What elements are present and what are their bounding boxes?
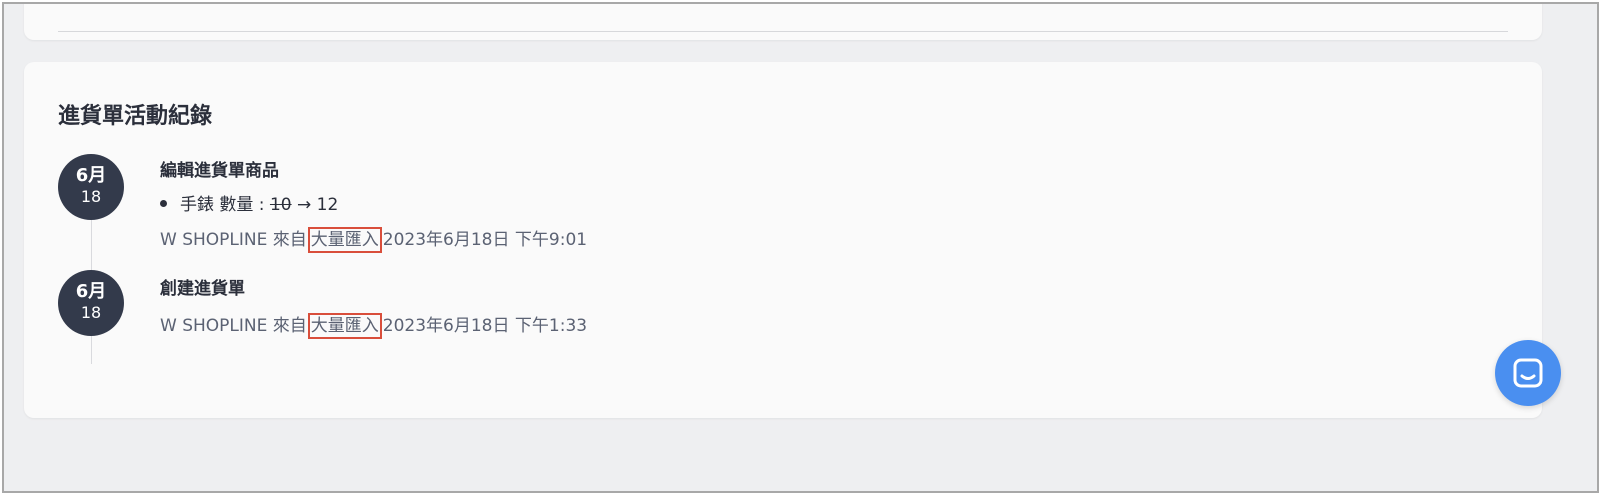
entry-meta: W SHOPLINE 來自 大量匯入 2023年6月18日 下午9:01 <box>160 225 588 253</box>
entry-timestamp: 2023年6月18日 下午1:33 <box>382 316 588 336</box>
date-badge: 6月 18 <box>58 270 124 336</box>
entry-source-highlight: 大量匯入 <box>307 313 382 339</box>
entry-action: 創建進貨單 <box>160 279 245 299</box>
bullet-icon <box>160 199 167 207</box>
activity-log-title: 進貨單活動紀錄 <box>58 104 213 129</box>
activity-log-card: 進貨單活動紀錄 6月 18 編輯進貨單商品 手錶 數量 : 10 → 12 W … <box>24 62 1542 418</box>
date-day: 18 <box>80 303 102 322</box>
previous-section-card <box>24 4 1542 40</box>
change-old-value: 10 <box>269 195 292 215</box>
entry-user: W SHOPLINE 來自 <box>160 316 307 336</box>
date-month: 6月 <box>75 281 107 302</box>
date-month: 6月 <box>75 165 107 186</box>
change-item-label: 手錶 數量 : <box>180 195 265 215</box>
entry-source-highlight: 大量匯入 <box>307 227 382 253</box>
chat-bubble-icon <box>1513 358 1543 388</box>
date-day: 18 <box>80 187 102 206</box>
change-new-value: 12 <box>316 195 339 215</box>
entry-action: 編輯進貨單商品 <box>160 161 279 181</box>
screenshot-frame: 進貨單活動紀錄 6月 18 編輯進貨單商品 手錶 數量 : 10 → 12 W … <box>2 2 1599 493</box>
entry-meta: W SHOPLINE 來自 大量匯入 2023年6月18日 下午1:33 <box>160 311 588 339</box>
entry-user: W SHOPLINE 來自 <box>160 230 307 250</box>
entry-timestamp: 2023年6月18日 下午9:01 <box>382 230 588 250</box>
divider <box>58 31 1508 32</box>
date-badge: 6月 18 <box>58 154 124 220</box>
chat-widget-button[interactable] <box>1495 340 1561 406</box>
change-detail: 手錶 數量 : 10 → 12 <box>160 190 338 215</box>
arrow-right-icon: → <box>297 195 312 215</box>
